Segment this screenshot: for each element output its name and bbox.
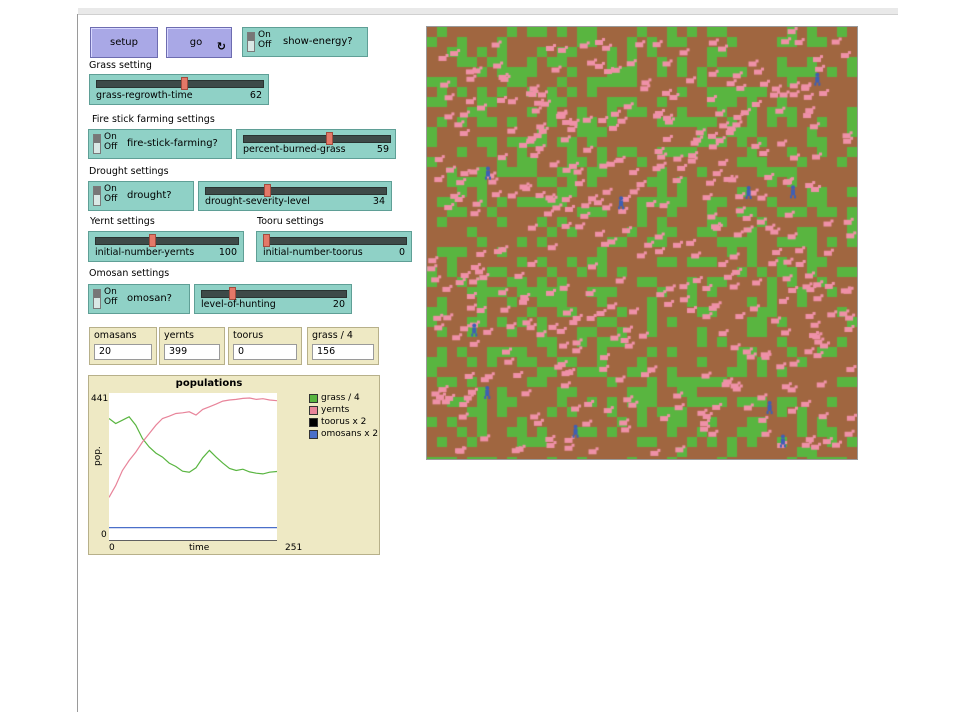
- legend-item-yernts: yernts: [309, 404, 378, 416]
- switch-off-label: Off: [258, 40, 272, 50]
- slider-track[interactable]: [95, 237, 239, 245]
- show-energy-label: show-energy?: [283, 36, 353, 47]
- grass-section-title: Grass setting: [89, 60, 152, 71]
- slider-value: 34: [372, 196, 385, 207]
- switch-on-label: On: [258, 30, 271, 40]
- drought-label: drought?: [127, 190, 172, 201]
- switch-toggle-icon[interactable]: [93, 289, 101, 309]
- legend-label: yernts: [321, 405, 350, 415]
- drought-section-title: Drought settings: [89, 166, 169, 177]
- fire-section-title: Fire stick farming settings: [92, 114, 215, 125]
- fire-stick-label: fire-stick-farming?: [127, 138, 218, 149]
- monitor-value: 399: [164, 344, 220, 360]
- setup-button[interactable]: setup: [90, 27, 158, 58]
- plot-background: [109, 393, 277, 541]
- plot-ymax-label: 441: [91, 394, 109, 404]
- go-button[interactable]: go ↻: [166, 27, 232, 58]
- percent-burned-slider[interactable]: percent-burned-grass 59: [236, 129, 396, 159]
- slider-name: drought-severity-level: [205, 196, 310, 207]
- legend-swatch: [309, 417, 318, 427]
- slider-value: 59: [376, 144, 389, 155]
- legend-swatch: [309, 393, 318, 403]
- populations-plot: populations 441 0 0 251 time pop. grass …: [88, 375, 380, 555]
- monitor-label: grass / 4: [312, 330, 353, 341]
- forever-loop-icon: ↻: [216, 40, 226, 53]
- slider-name: grass-regrowth-time: [96, 90, 193, 101]
- interface-left-border: [77, 14, 78, 712]
- level-of-hunting-slider[interactable]: level-of-hunting 20: [194, 284, 352, 314]
- slider-value: 20: [332, 299, 345, 310]
- legend-item-grass: grass / 4: [309, 392, 378, 404]
- tooru-section-title: Tooru settings: [257, 216, 324, 227]
- grass-regrowth-slider[interactable]: grass-regrowth-time 62: [89, 74, 269, 105]
- slider-value: 0: [398, 247, 405, 258]
- slider-name: initial-number-yernts: [95, 247, 195, 258]
- omosan-switch[interactable]: On Off omosan?: [88, 284, 190, 314]
- omosan-label: omosan?: [127, 293, 172, 304]
- initial-toorus-slider[interactable]: initial-number-toorus 0: [256, 231, 412, 262]
- legend-label: toorus x 2: [321, 417, 367, 427]
- world-canvas[interactable]: [427, 27, 857, 459]
- slider-track[interactable]: [205, 187, 387, 195]
- monitor-label: yernts: [164, 330, 194, 341]
- slider-name: level-of-hunting: [201, 299, 276, 310]
- switch-on-label: On: [104, 184, 117, 194]
- switch-on-label: On: [104, 132, 117, 142]
- slider-name: percent-burned-grass: [243, 144, 346, 155]
- yernts-monitor: yernts 399: [159, 327, 225, 365]
- slider-track[interactable]: [201, 290, 347, 298]
- fire-stick-farming-switch[interactable]: On Off fire-stick-farming?: [88, 129, 232, 159]
- show-energy-switch[interactable]: On Off show-energy?: [242, 27, 368, 57]
- legend-label: grass / 4: [321, 393, 360, 403]
- slider-track[interactable]: [263, 237, 407, 245]
- switch-toggle-icon[interactable]: [93, 186, 101, 206]
- slider-name: initial-number-toorus: [263, 247, 363, 258]
- legend-item-toorus: toorus x 2: [309, 416, 378, 428]
- slider-value: 100: [218, 247, 237, 258]
- switch-off-label: Off: [104, 194, 118, 204]
- drought-severity-slider[interactable]: drought-severity-level 34: [198, 181, 392, 211]
- monitor-value: 20: [94, 344, 152, 360]
- slider-track[interactable]: [243, 135, 391, 143]
- plot-xmin-label: 0: [109, 543, 115, 553]
- omasans-monitor: omasans 20: [89, 327, 157, 365]
- monitor-value: 0: [233, 344, 297, 360]
- switch-off-label: Off: [104, 297, 118, 307]
- slider-thumb[interactable]: [180, 77, 188, 90]
- slider-thumb[interactable]: [263, 234, 270, 247]
- plot-xlabel: time: [189, 543, 210, 553]
- drought-switch[interactable]: On Off drought?: [88, 181, 194, 211]
- switch-on-label: On: [104, 287, 117, 297]
- monitor-label: toorus: [233, 330, 264, 341]
- legend-swatch: [309, 429, 318, 439]
- plot-ymin-label: 0: [101, 530, 107, 540]
- initial-yernts-slider[interactable]: initial-number-yernts 100: [88, 231, 244, 262]
- omosan-section-title: Omosan settings: [89, 268, 170, 279]
- plot-canvas: [109, 393, 277, 541]
- switch-off-label: Off: [104, 142, 118, 152]
- top-toolbar-strip: [78, 8, 898, 15]
- slider-value: 62: [249, 90, 262, 101]
- plot-xmax-label: 251: [285, 543, 303, 553]
- slider-thumb[interactable]: [149, 234, 157, 247]
- monitor-label: omasans: [94, 330, 137, 341]
- switch-toggle-icon[interactable]: [93, 134, 101, 154]
- grass-monitor: grass / 4 156: [307, 327, 379, 365]
- legend-label: omosans x 2: [321, 429, 379, 439]
- toorus-monitor: toorus 0: [228, 327, 302, 365]
- legend-swatch: [309, 405, 318, 415]
- world-view[interactable]: [426, 26, 858, 460]
- yernt-section-title: Yernt settings: [90, 216, 155, 227]
- setup-button-label: setup: [110, 37, 138, 48]
- plot-title: populations: [175, 378, 243, 389]
- legend-item-omosans: omosans x 2: [309, 428, 378, 440]
- monitor-value: 156: [312, 344, 374, 360]
- switch-toggle-icon[interactable]: [247, 32, 255, 52]
- plot-ylabel: pop.: [93, 446, 103, 466]
- go-button-label: go: [189, 37, 203, 48]
- plot-legend: grass / 4 yernts toorus x 2 omosans x 2: [309, 392, 378, 440]
